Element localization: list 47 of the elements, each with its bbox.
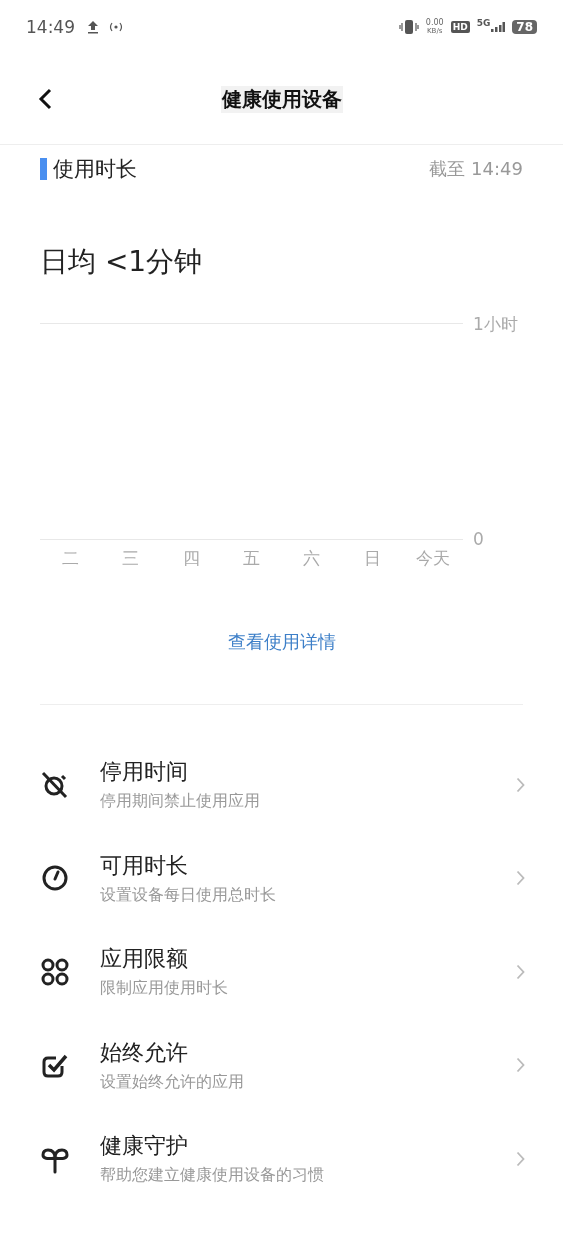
vibrate-icon: [398, 19, 419, 35]
item-title: 停用时间: [100, 758, 189, 787]
item-description: 限制应用使用时长: [100, 978, 229, 1000]
item-title: 健康守护: [100, 1132, 189, 1161]
section-title: 使用时长: [53, 156, 137, 183]
chevron-right-icon: [516, 963, 525, 980]
x-axis-label: 今天: [414, 547, 451, 570]
chevron-right-icon: [516, 1150, 525, 1167]
item-description: 帮助您建立健康使用设备的习惯: [100, 1165, 325, 1187]
hotspot-icon: [107, 21, 125, 33]
x-axis-label: 日: [362, 547, 382, 570]
section-marker: [40, 158, 47, 180]
x-axis-label: 四: [181, 547, 201, 570]
y-axis-label: 0: [473, 529, 484, 549]
item-description: 设置始终允许的应用: [100, 1071, 245, 1093]
settings-item[interactable]: 始终允许 设置始终允许的应用: [0, 1018, 563, 1112]
battery-indicator: 78: [512, 20, 537, 34]
item-title: 始终允许: [100, 1038, 189, 1067]
details-link[interactable]: 查看使用详情: [227, 630, 336, 654]
apps-icon: [40, 956, 70, 987]
hd-badge: HD: [450, 21, 470, 33]
item-description: 停用期间禁止使用应用: [100, 791, 261, 813]
settings-item[interactable]: 健康守护 帮助您建立健康使用设备的习惯: [0, 1112, 563, 1206]
daily-average: 日均 <1分钟: [39, 244, 204, 280]
alarm-off-icon: [40, 769, 70, 800]
item-title: 应用限额: [100, 945, 189, 974]
settings-item[interactable]: 应用限额 限制应用使用时长: [0, 925, 563, 1019]
item-description: 设置设备每日使用总时长: [100, 884, 277, 906]
network-label: 5G: [476, 18, 491, 28]
updated-time: 截至 14:49: [429, 157, 523, 181]
x-axis-label: 六: [302, 547, 322, 570]
x-axis-label: 三: [121, 547, 141, 570]
chevron-right-icon: [516, 1057, 525, 1074]
x-axis-label: 二: [60, 547, 80, 570]
signal-icon: [491, 22, 506, 32]
item-title: 可用时长: [100, 851, 189, 880]
status-time: 14:49: [26, 17, 75, 37]
x-axis-label: 五: [241, 547, 261, 570]
chevron-right-icon: [516, 776, 525, 793]
y-axis-label: 1小时: [473, 313, 518, 336]
page-title: 健康使用设备: [220, 85, 343, 113]
speed-value: 0.00: [425, 19, 444, 27]
back-button[interactable]: [36, 86, 54, 112]
upload-icon: [86, 20, 100, 34]
settings-item[interactable]: 停用时间 停用期间禁止使用应用: [0, 738, 563, 832]
chevron-right-icon: [516, 870, 525, 887]
settings-item[interactable]: 可用时长 设置设备每日使用总时长: [0, 831, 563, 925]
